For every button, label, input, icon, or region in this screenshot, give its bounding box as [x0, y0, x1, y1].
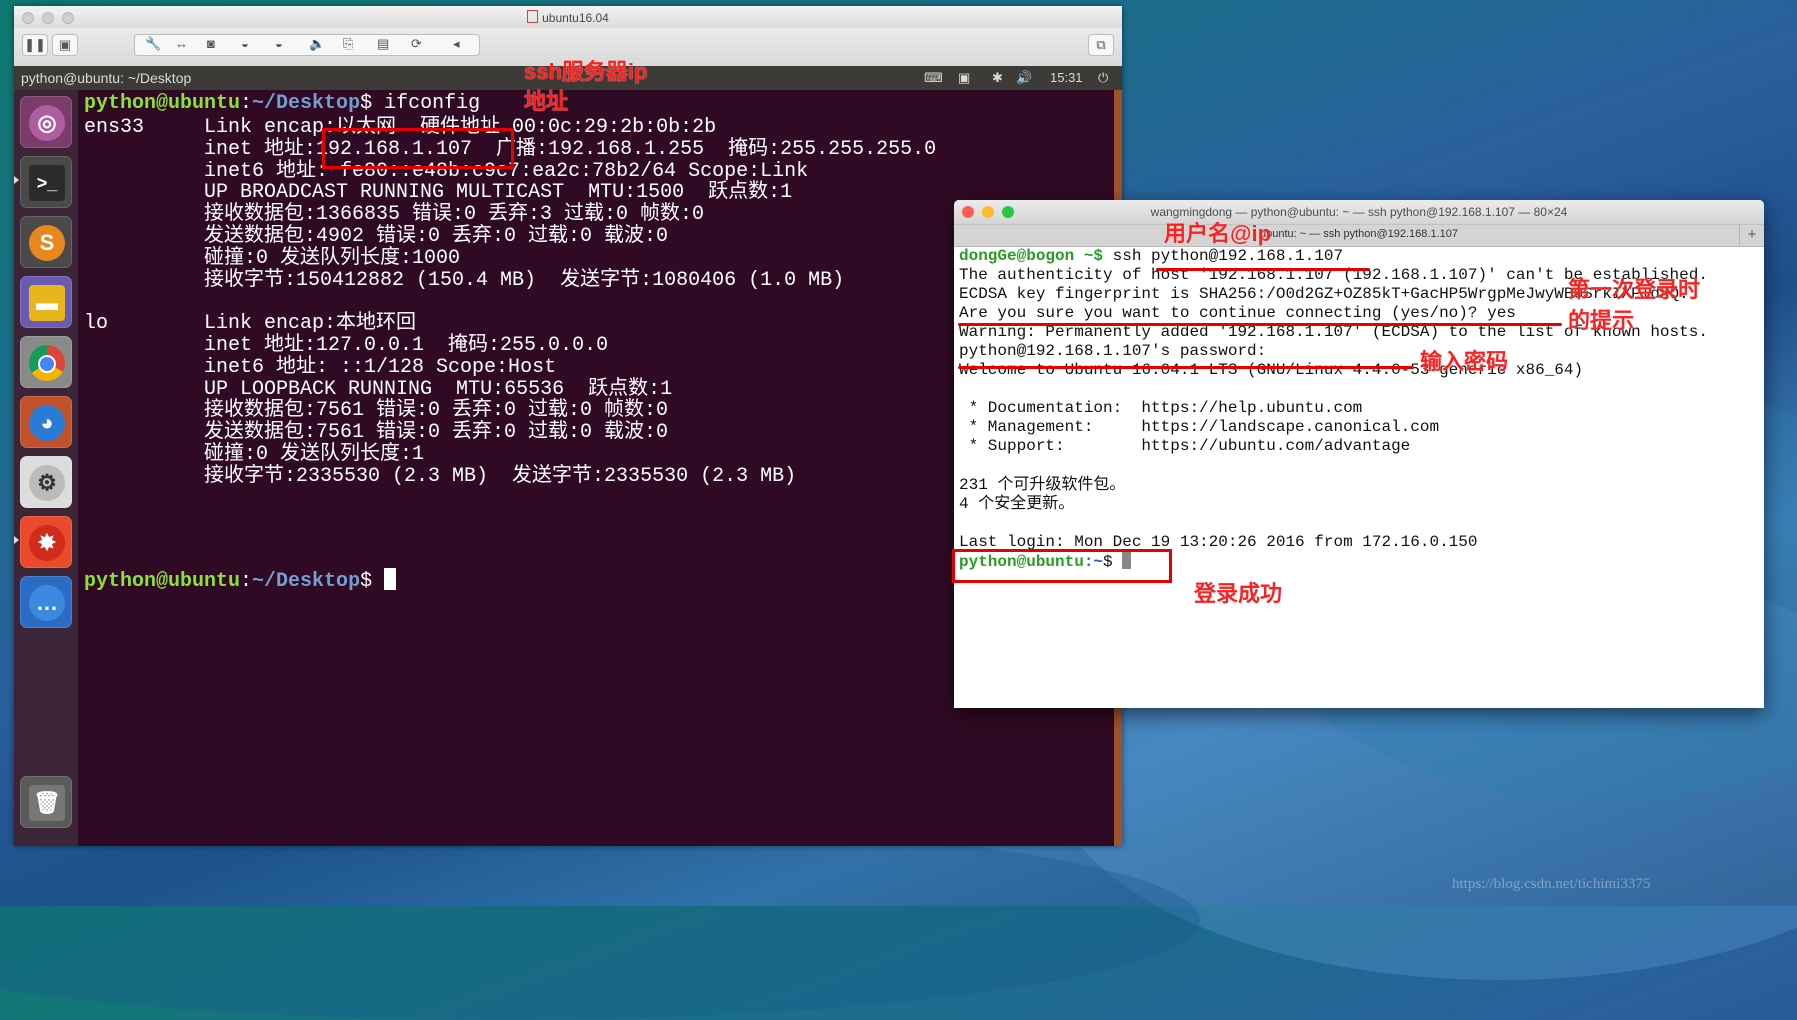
mac-window-title: wangmingdong — python@ubuntu: ~ — ssh py…	[1150, 205, 1568, 219]
panel-clock[interactable]: 15:31	[1050, 70, 1083, 85]
ssh-output-line: * Support: https://ubuntu.com/advantage	[959, 437, 1411, 456]
prompt-user: python@ubuntu	[84, 570, 241, 593]
chrome-icon[interactable]	[20, 336, 72, 388]
active-indicator	[14, 536, 19, 544]
local-prompt: dongGe@bogon ~$	[959, 247, 1113, 265]
first-login-annotation-2: 的提示	[1568, 308, 1635, 333]
ifconfig-output-line: 发送数据包:4902 错误:0 丢弃:0 过载:0 载波:0	[84, 225, 669, 248]
firefox-icon[interactable]: ◕	[20, 396, 72, 448]
user-ip-annotation: 用户名@ip	[1164, 221, 1272, 246]
settings-toggle-icon[interactable]: ⚙	[20, 456, 72, 508]
sublime-icon[interactable]: S	[20, 216, 72, 268]
terminal-cursor	[384, 568, 397, 590]
cdrom-icon[interactable]: ◒	[275, 36, 283, 51]
tab-title[interactable]: ubuntu: ~ — ssh python@192.168.1.107	[954, 228, 1764, 240]
ssh-output-line: 4 个安全更新。	[959, 494, 1075, 513]
vm-title-text: ubuntu16.04	[542, 11, 609, 25]
ifconfig-command: ifconfig	[384, 92, 481, 115]
mac-tab-bar: ubuntu: ~ — ssh python@192.168.1.107 +	[954, 224, 1764, 247]
device-toolbar: 🔧 ↔ ◙ ◒ ◒ 🔈 ⎘ ▤ ⟳ ◂	[134, 34, 480, 56]
ip-highlight-box	[322, 128, 514, 169]
ubuntu-launcher: ◎ >_ S ▬ ◕ ⚙ ✸ … 🗑	[14, 90, 78, 846]
ifconfig-output-line: inet6 地址: ::1/128 Scope:Host	[84, 355, 557, 379]
ifconfig-output-line: 接收数据包:1366835 错误:0 丢弃:3 过载:0 帧数:0	[84, 203, 705, 227]
login-success-annotation: 登录成功	[1194, 581, 1283, 606]
keyboard-icon[interactable]: ⌨	[924, 70, 943, 86]
ubuntu-dash-icon[interactable]: ◎	[20, 96, 72, 148]
vm-title: ubuntu16.04	[14, 10, 1122, 25]
password-underline	[958, 366, 1414, 369]
network-icon[interactable]: ↔	[175, 36, 188, 51]
ssh-output-line: * Management: https://landscape.canonica…	[959, 418, 1440, 437]
disk-icon[interactable]: ◙	[207, 36, 215, 51]
chevron-left-icon[interactable]: ◂	[453, 36, 460, 52]
crash-report-icon[interactable]: ✸	[20, 516, 72, 568]
ssh-command-line: dongGe@bogon ~$ ssh python@192.168.1.107	[959, 247, 1343, 266]
panel-title: python@ubuntu: ~/Desktop	[21, 70, 192, 86]
ifconfig-output-line: 接收字节:150412882 (150.4 MB) 发送字节:1080406 (…	[84, 268, 845, 292]
ssh-ip-annotation-2: 地址	[524, 89, 569, 114]
terminal-icon[interactable]: >_	[20, 156, 72, 208]
volume-icon[interactable]: 🔈	[309, 36, 325, 52]
ssh-command: ssh python@192.168.1.107	[1112, 247, 1344, 265]
wrench-icon[interactable]: 🔧	[145, 36, 161, 52]
ifconfig-output-line: lo Link encap:本地环回	[84, 312, 417, 336]
ssh-output-line: * Documentation: https://help.ubuntu.com	[959, 399, 1363, 418]
mail-icon[interactable]: ▣	[958, 70, 970, 86]
vm-file-icon	[527, 10, 539, 23]
active-indicator	[14, 176, 19, 184]
power-icon[interactable]: ⏻	[1098, 70, 1108, 86]
ubuntu-prompt-line: python@ubuntu:~/Desktop$	[84, 568, 397, 594]
prompt-symbol: $	[360, 92, 385, 115]
prompt-user: python@ubuntu	[84, 92, 241, 115]
ubuntu-prompt-line: python@ubuntu:~/Desktop$ ifconfig	[84, 92, 481, 115]
files-icon[interactable]: ▬	[20, 276, 72, 328]
ifconfig-output-line: 接收字节:2335530 (2.3 MB) 发送字节:2335530 (2.3 …	[84, 464, 797, 488]
ifconfig-output-line: 发送数据包:7561 错误:0 丢弃:0 过载:0 载波:0	[84, 421, 669, 445]
login-success-box	[952, 549, 1172, 583]
new-tab-icon[interactable]: +	[1739, 225, 1764, 246]
ssh-output-line: Are you sure you want to continue connec…	[959, 304, 1516, 323]
ifconfig-output-line: UP BROADCAST RUNNING MULTICAST MTU:1500 …	[84, 181, 793, 205]
ifconfig-output-line: 接收数据包:7561 错误:0 丢弃:0 过载:0 帧数:0	[84, 399, 669, 423]
ssh-output-line: 231 个可升级软件包。	[959, 475, 1126, 494]
snapshot-icon[interactable]: ▣	[52, 34, 78, 56]
vm-titlebar: ubuntu16.04	[14, 6, 1122, 29]
prompt-path: ~/Desktop	[252, 570, 361, 593]
pause-icon[interactable]: ❚❚	[22, 34, 48, 56]
ifconfig-output-line: 碰撞:0 发送队列长度:1000	[84, 246, 461, 270]
usb-icon[interactable]: ⎘	[343, 36, 353, 52]
cdrom-icon[interactable]: ◒	[241, 36, 249, 51]
first-login-annotation: 第一次登录时	[1568, 277, 1701, 302]
ssh-underline	[1156, 268, 1370, 271]
trash-icon[interactable]: 🗑	[20, 776, 72, 828]
ssh-ip-annotation: ssh服务器ip	[524, 59, 648, 84]
ifconfig-output-line: UP LOOPBACK RUNNING MTU:65536 跃点数:1	[84, 377, 673, 401]
password-annotation: 输入密码	[1420, 349, 1509, 374]
more-apps-icon[interactable]: …	[20, 576, 72, 628]
share-icon[interactable]: ⟳	[411, 36, 422, 52]
prompt-path: ~/Desktop	[252, 92, 361, 115]
watermark: https://blog.csdn.net/tichimi3375	[1452, 876, 1651, 892]
ifconfig-output-line: 碰撞:0 发送队列长度:1	[84, 443, 425, 466]
prompt-symbol: $	[360, 570, 385, 593]
fullscreen-icon[interactable]: ⧉	[1088, 34, 1114, 56]
wallpaper-wave	[0, 820, 1200, 1020]
prompt-underline	[958, 323, 1562, 326]
bluetooth-icon[interactable]: ✱	[992, 70, 1003, 86]
mac-titlebar: wangmingdong — python@ubuntu: ~ — ssh py…	[954, 200, 1764, 224]
ifconfig-output-line: inet 地址:127.0.0.1 掩码:255.0.0.0	[84, 334, 609, 357]
ssh-output-line: python@192.168.1.107's password:	[959, 342, 1267, 361]
volume-icon[interactable]: 🔊	[1016, 70, 1032, 86]
save-icon[interactable]: ▤	[377, 36, 389, 52]
